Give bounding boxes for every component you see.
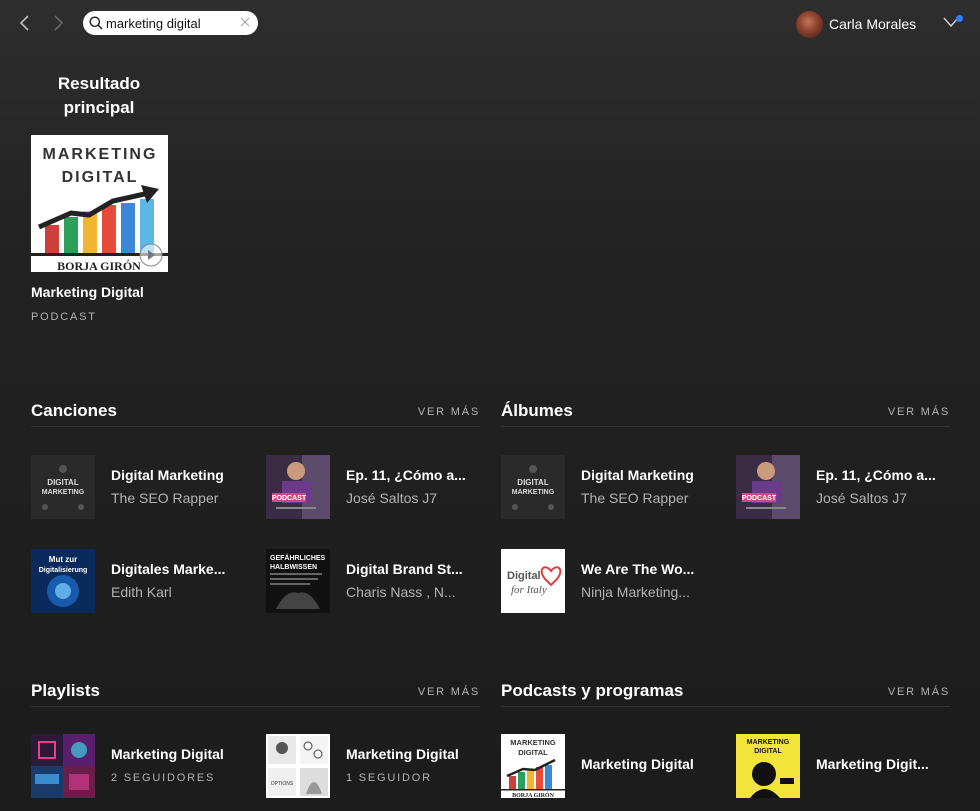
svg-text:MARKETING: MARKETING	[42, 489, 85, 496]
cover-line-1: MARKETING	[43, 146, 158, 163]
playlist-title: Marketing Digital	[111, 746, 224, 762]
podcast-thumbnail: MARKETING DIGITAL BORJA GIRÓN	[501, 734, 565, 798]
playlist-title: Marketing Digital	[346, 746, 459, 762]
album-item[interactable]: DIGITAL MARKETING Digital Marketing The S…	[501, 455, 726, 519]
song-thumbnail: GEFÄHRLICHES HALBWISSEN	[266, 549, 330, 613]
song-title: Digital Brand St...	[346, 561, 463, 577]
song-title: Ep. 11, ¿Cómo a...	[346, 467, 466, 483]
notification-dot	[956, 15, 963, 22]
svg-text:Mut zur: Mut zur	[49, 555, 77, 564]
song-artist[interactable]: The SEO Rapper	[111, 490, 256, 506]
cover-author: BORJA GIRÓN	[57, 259, 141, 272]
song-thumbnail: PODCAST	[266, 455, 330, 519]
songs-section-header: Canciones VER MÁS	[31, 401, 480, 427]
podcasts-see-more-link[interactable]: VER MÁS	[888, 686, 950, 698]
svg-text:for Italy: for Italy	[511, 584, 547, 596]
podcast-item[interactable]: MARKETING DIGITAL BORJA GIRÓN Marketing Di…	[501, 734, 726, 798]
song-item[interactable]: Mut zur Digitalisierung Digitales Marke..…	[31, 549, 256, 613]
album-item[interactable]: PODCAST Ep. 11, ¿Cómo a... José Saltos J…	[736, 455, 961, 519]
playlists-see-more-link[interactable]: VER MÁS	[418, 686, 480, 698]
album-thumbnail: PODCAST	[736, 455, 800, 519]
search-box	[83, 11, 258, 35]
album-thumbnail: Digital for Italy	[501, 549, 565, 613]
albums-section-header: Álbumes VER MÁS	[501, 401, 950, 427]
song-artist[interactable]: Charis Nass , N...	[346, 584, 491, 600]
avatar	[796, 10, 823, 38]
playlist-thumbnail	[31, 734, 95, 798]
search-icon	[89, 16, 103, 30]
song-thumbnail: DIGITAL MARKETING	[31, 455, 95, 519]
svg-text:BORJA GIRÓN: BORJA GIRÓN	[512, 791, 555, 798]
svg-text:HALBWISSEN: HALBWISSEN	[270, 564, 317, 571]
chevron-right-icon	[54, 15, 64, 31]
chevron-left-icon	[19, 15, 29, 31]
cover-line-2: DIGITAL	[62, 169, 139, 186]
svg-text:MARKETING: MARKETING	[512, 489, 555, 496]
song-thumbnail: Mut zur Digitalisierung	[31, 549, 95, 613]
songs-section-title: Canciones	[31, 401, 117, 420]
podcast-item[interactable]: MARKETING DIGITAL Marketing Digit...	[736, 734, 961, 798]
album-title: Digital Marketing	[581, 467, 694, 483]
podcast-title: Marketing Digital	[581, 756, 694, 772]
svg-text:MARKETING: MARKETING	[510, 738, 556, 747]
top-result-cover[interactable]: MARKETING DIGITAL BORJA GIRÓN	[31, 135, 168, 272]
albums-see-more-link[interactable]: VER MÁS	[888, 406, 950, 418]
song-title: Digital Marketing	[111, 467, 224, 483]
album-artist[interactable]: The SEO Rapper	[581, 490, 726, 506]
podcast-cover-art: MARKETING DIGITAL BORJA GIRÓN	[31, 135, 168, 272]
clear-search-icon[interactable]	[239, 16, 251, 28]
album-item[interactable]: Digital for Italy We Are The Wo... Ninja …	[501, 549, 726, 613]
playlist-followers: 1 SEGUIDOR	[346, 772, 432, 784]
top-result-type: PODCAST	[31, 311, 97, 323]
album-artist[interactable]: José Saltos J7	[816, 490, 961, 506]
song-artist[interactable]: Edith Karl	[111, 584, 256, 600]
playlist-item[interactable]: Marketing Digital 2 SEGUIDORES	[31, 734, 256, 798]
svg-text:DIGITAL: DIGITAL	[517, 478, 549, 487]
svg-text:DIGITAL: DIGITAL	[754, 748, 782, 755]
podcasts-section-header: Podcasts y programas VER MÁS	[501, 681, 950, 707]
song-artist[interactable]: José Saltos J7	[346, 490, 491, 506]
top-result-title[interactable]: Marketing Digital	[31, 284, 144, 300]
svg-text:PODCAST: PODCAST	[272, 495, 307, 502]
svg-text:Digitalisierung: Digitalisierung	[39, 567, 88, 574]
playlist-thumbnail: OPTIONS	[266, 734, 330, 798]
song-item[interactable]: GEFÄHRLICHES HALBWISSEN Digital Brand St.…	[266, 549, 491, 613]
playlists-section-header: Playlists VER MÁS	[31, 681, 480, 707]
search-input[interactable]	[106, 14, 234, 32]
playlist-followers: 2 SEGUIDORES	[111, 772, 216, 784]
svg-text:PODCAST: PODCAST	[742, 495, 777, 502]
playlist-item[interactable]: OPTIONS Marketing Digital 1 SEGUIDOR	[266, 734, 491, 798]
back-button[interactable]	[14, 12, 36, 34]
podcasts-section-title: Podcasts y programas	[501, 681, 684, 700]
top-result-heading: Resultado principal	[57, 74, 141, 117]
podcast-thumbnail: MARKETING DIGITAL	[736, 734, 800, 798]
svg-text:Digital: Digital	[507, 570, 541, 582]
svg-text:DIGITAL: DIGITAL	[47, 478, 79, 487]
forward-button[interactable]	[47, 12, 69, 34]
song-item[interactable]: DIGITAL MARKETING Digital Marketing The S…	[31, 455, 256, 519]
song-item[interactable]: PODCAST Ep. 11, ¿Cómo a... José Saltos J…	[266, 455, 491, 519]
album-thumbnail: DIGITAL MARKETING	[501, 455, 565, 519]
playlists-section-title: Playlists	[31, 681, 100, 700]
svg-text:GEFÄHRLICHES: GEFÄHRLICHES	[270, 554, 326, 562]
svg-text:DIGITAL: DIGITAL	[518, 748, 548, 757]
albums-section-title: Álbumes	[501, 401, 573, 420]
top-bar: Carla Morales	[0, 0, 980, 48]
user-name: Carla Morales	[829, 16, 917, 32]
svg-text:MARKETING: MARKETING	[747, 739, 790, 746]
album-artist[interactable]: Ninja Marketing...	[581, 584, 726, 600]
svg-text:OPTIONS: OPTIONS	[271, 781, 294, 787]
songs-see-more-link[interactable]: VER MÁS	[418, 406, 480, 418]
song-title: Digitales Marke...	[111, 561, 226, 577]
user-menu[interactable]: Carla Morales	[796, 10, 916, 38]
podcast-title: Marketing Digit...	[816, 756, 929, 772]
album-title: Ep. 11, ¿Cómo a...	[816, 467, 936, 483]
album-title: We Are The Wo...	[581, 561, 695, 577]
